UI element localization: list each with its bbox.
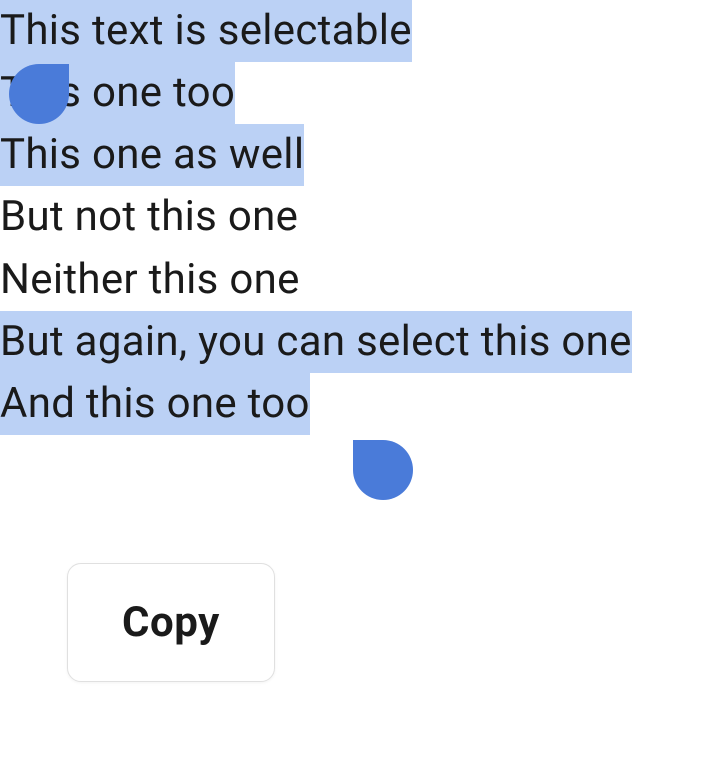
selection-handle-end-icon[interactable] <box>353 440 413 500</box>
text-line[interactable]: This one as well <box>0 124 304 186</box>
text-line[interactable]: This text is selectable <box>0 0 412 62</box>
text-line[interactable]: But not this one <box>0 186 298 248</box>
text-line[interactable]: Neither this one <box>0 249 300 311</box>
text-line[interactable]: And this one too <box>0 373 310 435</box>
text-line[interactable]: But again, you can select this one <box>0 311 632 373</box>
context-menu: Copy <box>67 563 275 682</box>
copy-button[interactable]: Copy <box>122 598 220 647</box>
selection-handle-start-icon[interactable] <box>9 64 69 124</box>
text-content-area[interactable]: This text is selectable This one too Thi… <box>0 0 724 435</box>
